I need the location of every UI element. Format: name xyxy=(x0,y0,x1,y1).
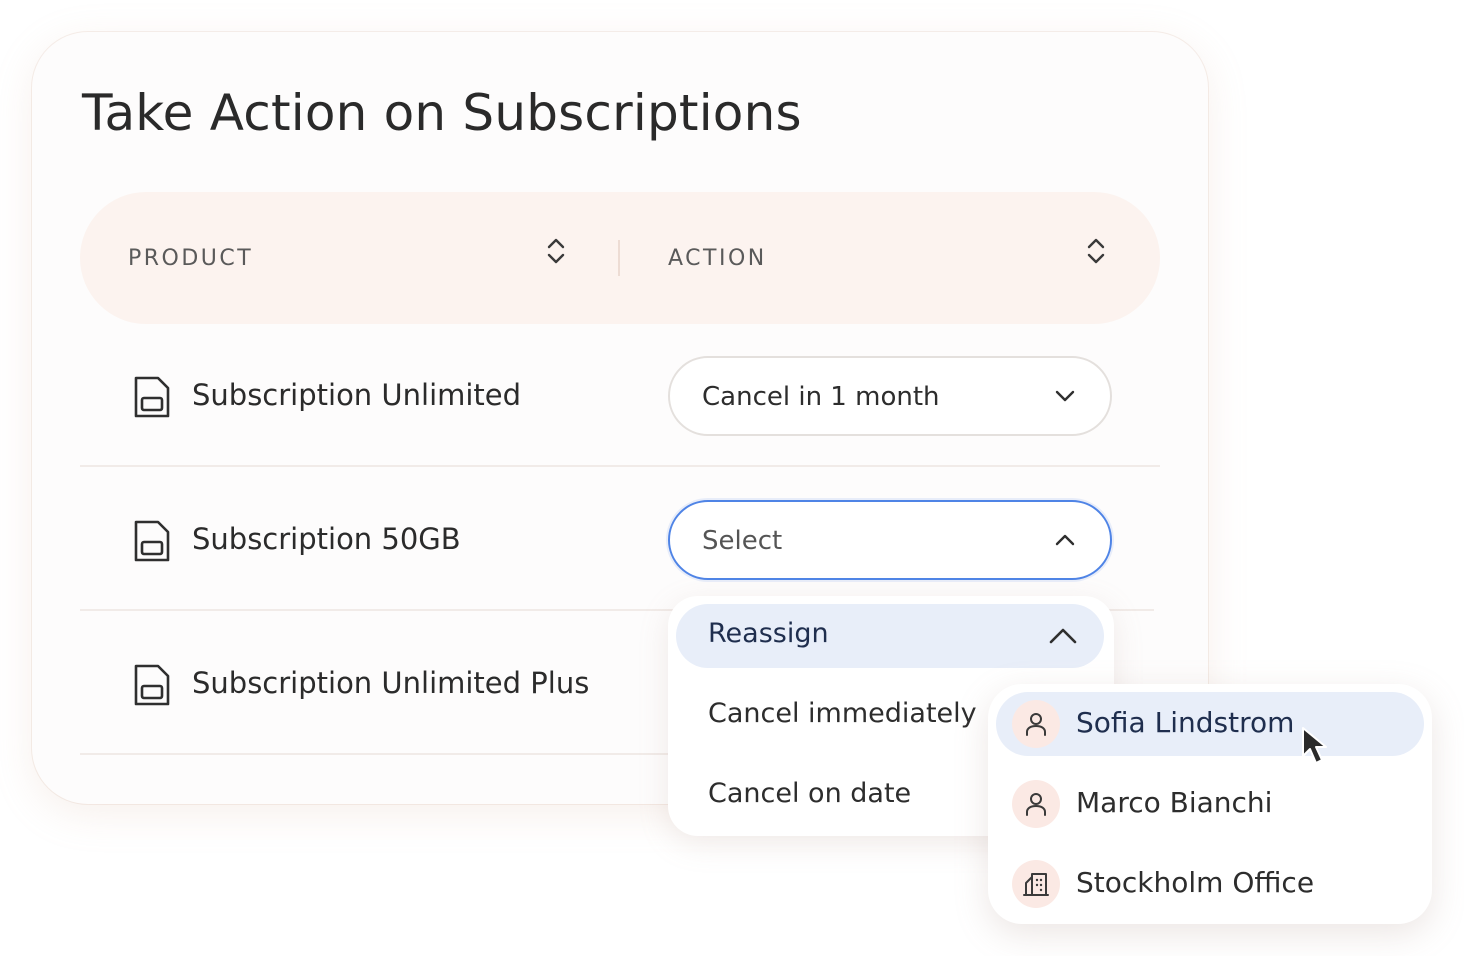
action-select-value: Cancel in 1 month xyxy=(702,382,940,412)
sim-card-icon xyxy=(134,520,170,562)
chevron-down-icon xyxy=(1055,390,1075,402)
reassign-submenu: Sofia Lindstrom Marco Bianchi Stockholm … xyxy=(988,684,1432,924)
menu-item-cancel-immediately[interactable]: Cancel immediately xyxy=(708,698,977,729)
chevron-up-icon xyxy=(1049,628,1077,644)
menu-item-label: Reassign xyxy=(708,618,829,649)
product-name: Subscription Unlimited Plus xyxy=(192,666,590,700)
table-header: PRODUCT ACTION xyxy=(80,192,1160,324)
avatar xyxy=(1012,700,1060,748)
sort-updown-icon[interactable] xyxy=(1084,236,1108,266)
submenu-item-label: Stockholm Office xyxy=(1076,866,1315,899)
page-title: Take Action on Subscriptions xyxy=(82,84,802,142)
sim-card-icon xyxy=(134,664,170,706)
sim-card-icon xyxy=(134,376,170,418)
action-select[interactable]: Cancel in 1 month xyxy=(668,356,1112,436)
row-divider xyxy=(80,753,672,755)
submenu-item-sofia-lindstrom[interactable]: Sofia Lindstrom xyxy=(996,692,1424,756)
column-divider xyxy=(618,240,620,276)
column-header-action[interactable]: ACTION xyxy=(668,246,767,271)
row-divider xyxy=(80,465,1160,467)
mouse-cursor-icon xyxy=(1302,727,1327,764)
product-name: Subscription Unlimited xyxy=(192,378,522,412)
action-select[interactable]: Select xyxy=(668,500,1112,580)
chevron-up-icon xyxy=(1055,534,1075,546)
action-select-placeholder: Select xyxy=(702,526,783,556)
menu-item-reassign[interactable]: Reassign xyxy=(676,604,1104,668)
submenu-item-label: Marco Bianchi xyxy=(1076,786,1273,819)
submenu-item-label: Sofia Lindstrom xyxy=(1076,706,1295,739)
person-icon xyxy=(1026,713,1046,736)
avatar xyxy=(1012,780,1060,828)
menu-item-cancel-on-date[interactable]: Cancel on date xyxy=(708,778,911,809)
person-icon xyxy=(1026,793,1046,816)
product-name: Subscription 50GB xyxy=(192,522,461,556)
avatar xyxy=(1012,860,1060,908)
column-header-product[interactable]: PRODUCT xyxy=(128,246,253,271)
building-icon xyxy=(1023,873,1049,896)
sort-updown-icon[interactable] xyxy=(544,236,568,266)
